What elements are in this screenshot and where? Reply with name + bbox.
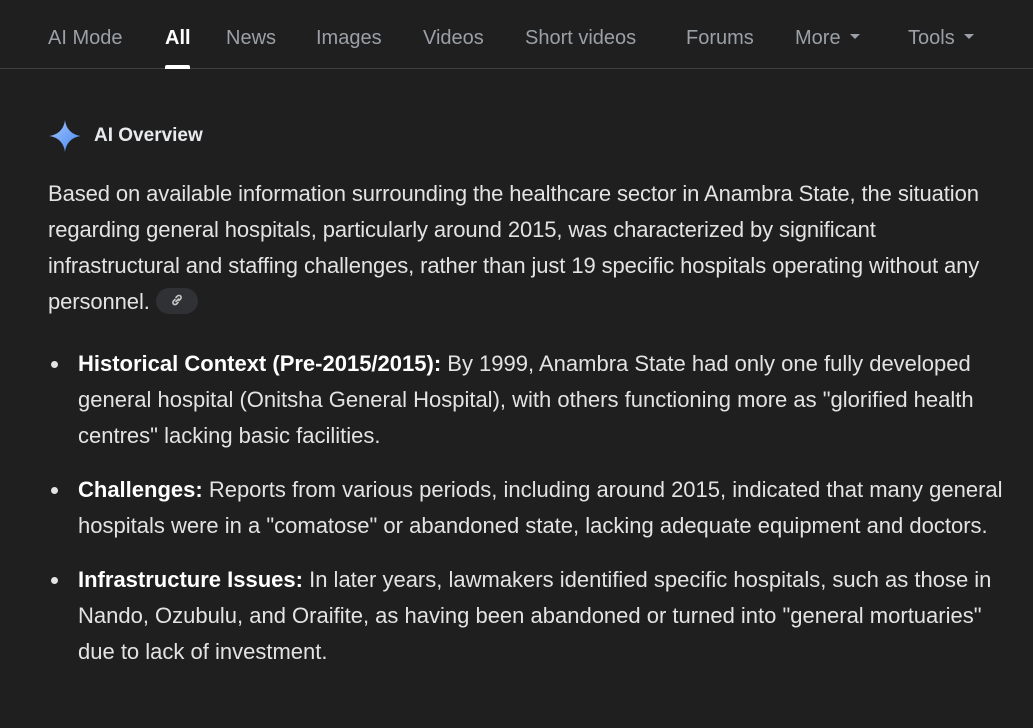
- tab-images[interactable]: Images: [316, 26, 382, 50]
- ai-overview-header: AI Overview: [48, 118, 203, 154]
- search-tabs-bar: AI Mode All News Images Videos Short vid…: [0, 0, 1033, 69]
- list-item: Historical Context (Pre-2015/2015): By 1…: [48, 346, 1008, 454]
- list-item: Challenges: Reports from various periods…: [48, 472, 1008, 544]
- ai-overview-body: Based on available information surroundi…: [48, 176, 1008, 688]
- tab-tools[interactable]: Tools: [908, 26, 974, 50]
- link-icon: [169, 283, 185, 319]
- tab-short-videos[interactable]: Short videos: [525, 26, 636, 50]
- bullet-dot: [51, 577, 58, 584]
- tab-more[interactable]: More: [795, 26, 860, 50]
- bullet-text: Reports from various periods, including …: [78, 477, 1003, 538]
- tab-news[interactable]: News: [226, 26, 276, 50]
- chevron-down-icon: [963, 34, 974, 40]
- tab-more-label: More: [795, 27, 841, 49]
- bullet-label: Challenges:: [78, 477, 203, 502]
- active-tab-indicator: [165, 65, 190, 69]
- tab-videos[interactable]: Videos: [423, 26, 484, 50]
- bullet-dot: [51, 487, 58, 494]
- tab-tools-label: Tools: [908, 27, 955, 49]
- list-item: Infrastructure Issues: In later years, l…: [48, 562, 1008, 670]
- bullet-dot: [51, 361, 58, 368]
- tab-forums[interactable]: Forums: [686, 26, 754, 50]
- chevron-down-icon: [849, 34, 860, 40]
- ai-overview-bullets: Historical Context (Pre-2015/2015): By 1…: [48, 346, 1008, 670]
- ai-overview-intro: Based on available information surroundi…: [48, 176, 1008, 320]
- tab-all[interactable]: All: [165, 26, 191, 50]
- bullet-label: Historical Context (Pre-2015/2015):: [78, 351, 442, 376]
- bullet-label: Infrastructure Issues:: [78, 567, 303, 592]
- ai-overview-title: AI Overview: [94, 125, 203, 146]
- sparkle-icon: [48, 119, 82, 153]
- source-link-button[interactable]: [155, 288, 198, 315]
- tab-ai-mode[interactable]: AI Mode: [48, 26, 122, 50]
